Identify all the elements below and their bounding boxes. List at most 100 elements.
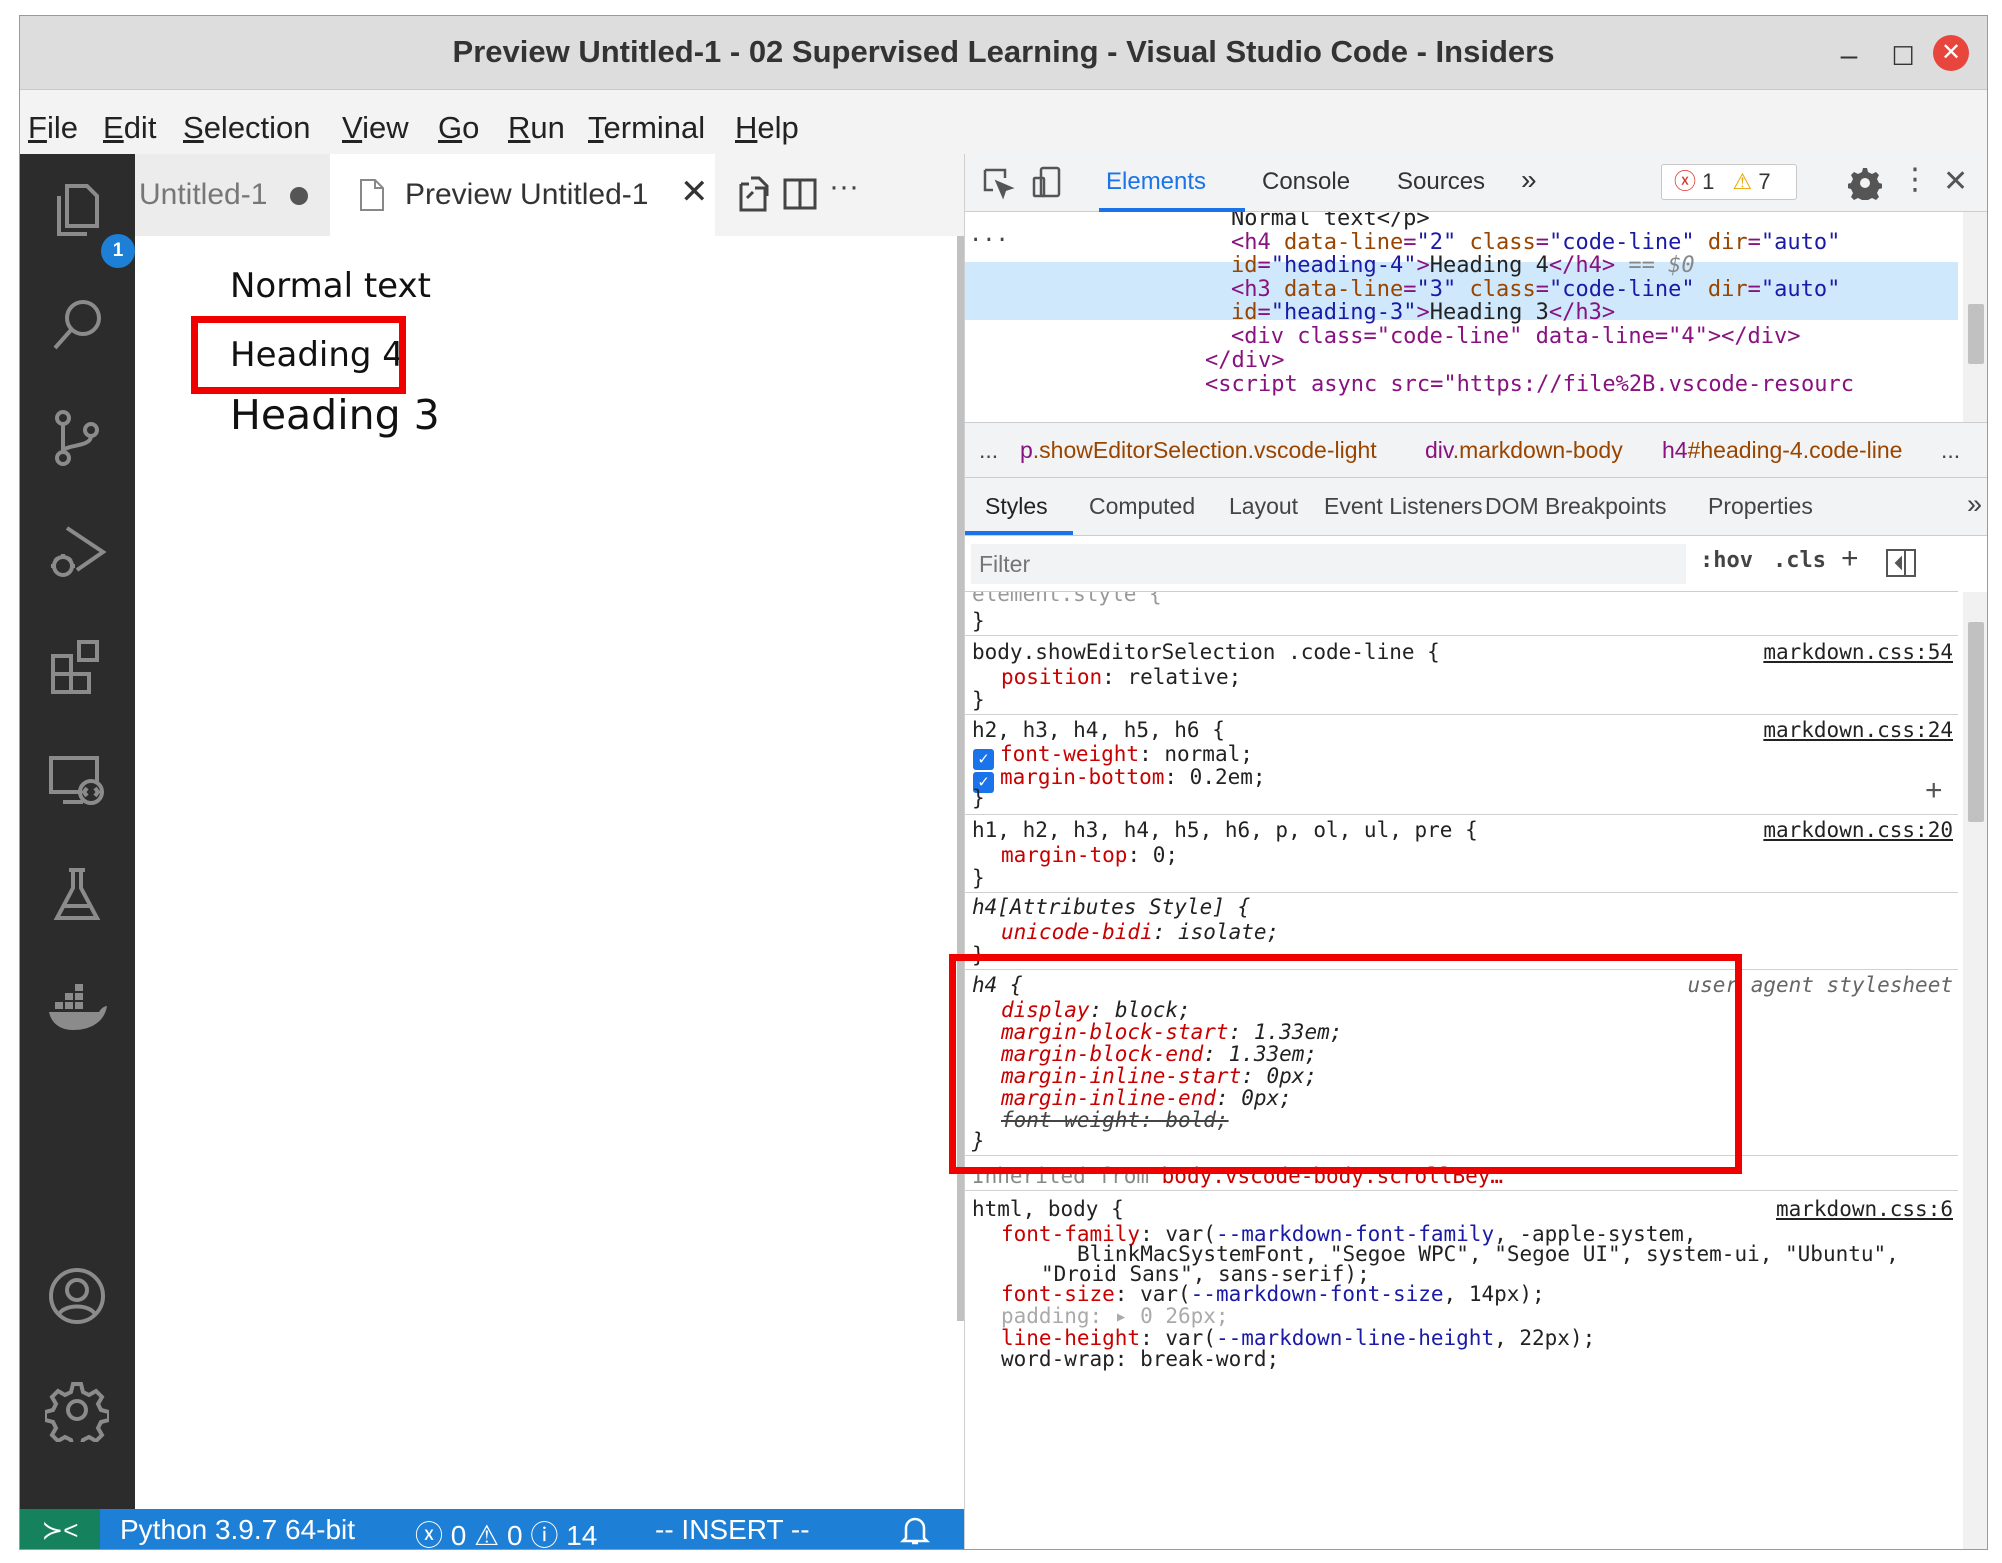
tab-elements[interactable]: Elements [1106, 168, 1206, 196]
dom-breadcrumbs: ... p.showEditorSelection.vscode-light d… [965, 422, 1987, 478]
highlight-box-heading [191, 316, 406, 394]
rule3-declaration[interactable]: margin-top: 0; [1001, 843, 1178, 867]
manage-gear-icon[interactable] [43, 1378, 111, 1450]
subtab-layout[interactable]: Layout [1229, 493, 1298, 520]
rule3-selector[interactable]: h1, h2, h3, h4, h5, h6, p, ol, ul, pre { [972, 818, 1478, 842]
testing-icon[interactable] [45, 862, 109, 926]
rule1-close: } [972, 688, 985, 712]
issues-counter[interactable]: ⓧ 1 ⚠ 7 [1661, 164, 1797, 200]
rule2-source-link[interactable]: markdown.css:24 [1763, 718, 1953, 742]
breadcrumb-overflow[interactable]: ... [979, 437, 998, 464]
close-window-button[interactable]: ✕ [1933, 35, 1969, 71]
rule6-word-wrap[interactable]: word-wrap: break-word; [1001, 1347, 1279, 1371]
tree-line-h3-open[interactable]: <h3 data-line="3" class="code-line" dir=… [1231, 277, 1840, 302]
close-tab-icon[interactable]: ✕ [680, 172, 709, 212]
styles-scrollbar[interactable] [1963, 592, 1987, 1549]
info-icon: ⓘ [530, 1520, 559, 1550]
tab-console[interactable]: Console [1262, 168, 1350, 196]
search-icon[interactable] [45, 292, 109, 356]
menu-file[interactable]: File [28, 110, 78, 146]
highlight-box-ua-rule [949, 954, 1742, 1174]
menu-run[interactable]: Run [508, 110, 565, 146]
open-source-icon[interactable] [733, 174, 773, 214]
rule2-declaration-2[interactable]: ✓ margin-bottom: 0.2em; [973, 765, 1266, 793]
styles-filter-input[interactable] [971, 544, 1686, 584]
explorer-badge: 1 [101, 234, 135, 268]
maximize-button[interactable]: ☐ [1883, 36, 1923, 76]
breadcrumb-h4[interactable]: h4#heading-4.code-line [1662, 437, 1902, 464]
preview-heading-3: Heading 3 [230, 391, 440, 439]
elements-scrollbar[interactable] [1963, 212, 1987, 422]
window-title: Preview Untitled-1 - 02 Supervised Learn… [452, 34, 1555, 69]
source-control-icon[interactable] [45, 406, 109, 470]
more-tabs-icon[interactable]: » [1521, 164, 1537, 196]
menu-go[interactable]: Go [438, 110, 479, 146]
rule4-declaration: unicode-bidi: isolate; [1001, 920, 1280, 944]
rule1-source-link[interactable]: markdown.css:54 [1763, 640, 1953, 664]
split-editor-icon[interactable] [780, 174, 820, 214]
subtab-styles[interactable]: Styles [985, 493, 1048, 520]
rule6-selector[interactable]: html, body { [972, 1197, 1124, 1221]
devtools-panel: Elements Console Sources » ⓧ 1 ⚠ 7 ⋮ ✕ N… [949, 154, 1987, 1549]
tab-preview-untitled-1[interactable]: Preview Untitled-1 ✕ [330, 154, 715, 236]
tree-line-script[interactable]: <script async src="https://file%2B.vscod… [1205, 372, 1854, 397]
menu-help[interactable]: Help [735, 110, 799, 146]
class-toggle-button[interactable]: .cls [1773, 548, 1826, 573]
problems-indicator[interactable]: ⓧ 0 ⚠ 0 ⓘ 14 [415, 1514, 597, 1550]
rule-element-style-hidden: element.style { [972, 592, 1162, 606]
run-debug-icon[interactable] [45, 520, 109, 584]
settings-gear-icon[interactable] [1847, 166, 1883, 205]
rule3-source-link[interactable]: markdown.css:20 [1763, 818, 1953, 842]
warning-icon: ⚠ [474, 1520, 500, 1550]
python-interpreter[interactable]: Python 3.9.7 64-bit [120, 1514, 355, 1546]
more-actions-icon[interactable]: ··· [829, 170, 869, 210]
tree-line-h4-open[interactable]: <h4 data-line="2" class="code-line" dir=… [1231, 230, 1840, 255]
breadcrumb-tail[interactable]: ... [1941, 437, 1960, 464]
inspect-element-icon[interactable] [981, 166, 1015, 205]
rule6-font-size[interactable]: font-size: var(--markdown-font-size, 14p… [1001, 1282, 1545, 1306]
rule3-close: } [972, 866, 985, 890]
add-declaration-icon[interactable]: + [1925, 774, 1943, 808]
rule1-selector[interactable]: body.showEditorSelection .code-line { [972, 640, 1440, 664]
new-style-rule-icon[interactable]: + [1841, 542, 1859, 576]
subtab-dom-breakpoints[interactable]: DOM Breakpoints [1485, 493, 1667, 520]
rule2-selector[interactable]: h2, h3, h4, h5, h6 { [972, 718, 1225, 742]
tab-sources[interactable]: Sources [1397, 168, 1485, 196]
docker-icon[interactable] [45, 976, 109, 1040]
tree-line-div-close[interactable]: </div> [1205, 348, 1284, 373]
menu-selection[interactable]: Selection [183, 110, 311, 146]
more-subtabs-icon[interactable]: » [1967, 489, 1982, 520]
subtab-computed[interactable]: Computed [1089, 493, 1195, 520]
breadcrumb-div[interactable]: div.markdown-body [1425, 437, 1623, 464]
menu-terminal[interactable]: Terminal [588, 110, 705, 146]
remote-explorer-icon[interactable] [45, 748, 109, 812]
subtab-properties[interactable]: Properties [1708, 493, 1813, 520]
menu-view[interactable]: View [342, 110, 409, 146]
explorer-icon[interactable]: 1 [45, 178, 135, 268]
notifications-bell-icon[interactable] [899, 1514, 931, 1549]
tab-untitled-1[interactable]: Untitled-1 [135, 154, 330, 236]
close-devtools-icon[interactable]: ✕ [1943, 164, 1968, 199]
hover-state-button[interactable]: :hov [1700, 548, 1753, 573]
tree-line-h4-id[interactable]: id="heading-4">Heading 4</h4> == $0 [1231, 253, 1695, 278]
remote-indicator-icon[interactable]: ≻< [20, 1509, 100, 1549]
node-ellipsis-icon[interactable]: ··· [969, 228, 1009, 253]
extensions-icon[interactable] [45, 634, 109, 698]
toggle-sidebar-icon[interactable] [1885, 548, 1917, 583]
minimize-button[interactable]: – [1829, 36, 1869, 76]
subtab-event-listeners[interactable]: Event Listeners [1324, 493, 1483, 520]
kebab-menu-icon[interactable]: ⋮ [1900, 162, 1930, 197]
accounts-icon[interactable] [45, 1264, 109, 1328]
tree-line-div[interactable]: <div class="code-line" data-line="4"></d… [1231, 324, 1801, 349]
title-bar: Preview Untitled-1 - 02 Supervised Learn… [20, 16, 1987, 90]
rule-close-brace: } [972, 609, 985, 633]
tree-line-h3-id[interactable]: id="heading-3">Heading 3</h3> [1231, 300, 1615, 325]
elements-tree: Normal text</p> ··· <h4 data-line="2" cl… [965, 212, 1958, 422]
breadcrumb-p[interactable]: p.showEditorSelection.vscode-light [1020, 437, 1377, 464]
menu-edit[interactable]: Edit [103, 110, 156, 146]
rule6-padding[interactable]: padding: ▸ 0 26px; [1001, 1304, 1229, 1328]
rule6-source-link[interactable]: markdown.css:6 [1776, 1197, 1953, 1221]
warning-count-icon: ⚠ [1732, 169, 1753, 194]
device-toolbar-icon[interactable] [1031, 164, 1063, 205]
rule1-declaration[interactable]: position: relative; [1001, 665, 1241, 689]
